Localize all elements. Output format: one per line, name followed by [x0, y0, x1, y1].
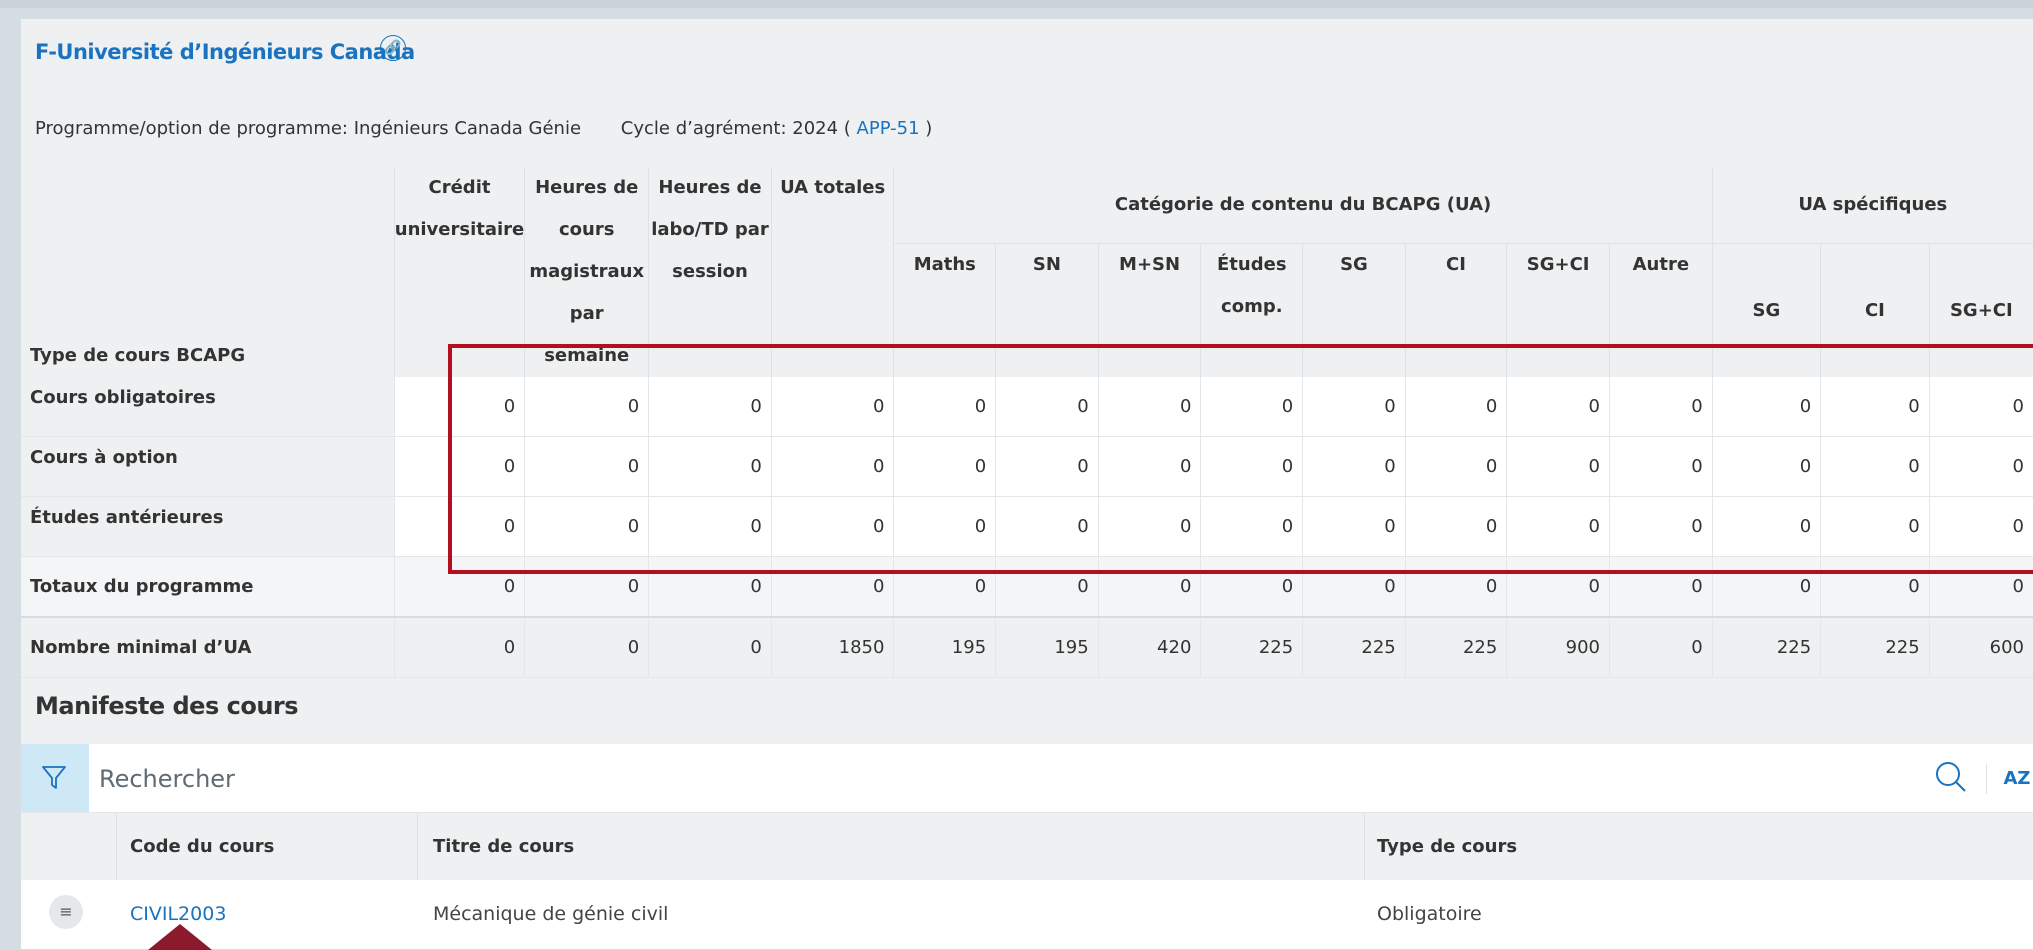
category-group-header: Catégorie de contenu du BCAPG (UA) — [893, 167, 1713, 244]
page-title[interactable]: F-Université d’Ingénieurs Canada — [35, 40, 415, 64]
value-cell: 900 — [1506, 616, 1610, 678]
row-label: Nombre minimal d’UA — [21, 616, 395, 678]
annotation-arrow — [148, 924, 212, 950]
program-info: Programme/option de programme: Ingénieur… — [35, 118, 932, 139]
cycle-close: ) — [925, 118, 933, 139]
row-label: Cours obligatoires — [21, 377, 395, 437]
course-title: Mécanique de génie civil — [433, 903, 669, 925]
table-row: ≡ CIVIL2003 Mécanique de génie civil Obl… — [21, 880, 2033, 949]
filter-button[interactable] — [21, 744, 89, 812]
value-cell: 225 — [1404, 616, 1507, 678]
value-cell: 225 — [1200, 616, 1303, 678]
value-cell: 600 — [1928, 616, 2033, 678]
value-cell: 0 — [524, 616, 649, 678]
manifest-title: Manifeste des cours — [35, 692, 299, 720]
top-strip — [0, 0, 2033, 8]
filter-icon — [42, 766, 66, 789]
value-cell: 0 — [1609, 616, 1713, 678]
value-cell: 195 — [995, 616, 1099, 678]
value-cell: 0 — [393, 616, 525, 678]
sort-az-icon[interactable]: AZ — [1986, 764, 2033, 794]
row-label: Cours à option — [21, 436, 395, 497]
cycle-link[interactable]: APP-51 — [857, 118, 920, 139]
search-icon[interactable] — [1934, 760, 1968, 794]
value-cell: 225 — [1820, 616, 1930, 678]
row-menu-icon[interactable]: ≡ — [49, 895, 83, 929]
program-label: Programme/option de programme: Ingénieur… — [35, 118, 582, 139]
link-icon[interactable]: 🔗 — [380, 35, 406, 61]
value-cell: 195 — [893, 616, 996, 678]
value-cell: 1850 — [770, 616, 894, 678]
col-type-header: Type de cours BCAPG — [21, 167, 395, 377]
col-code-header[interactable]: Code du cours — [130, 813, 274, 881]
course-table-header: Code du cours Titre de cours Type de cou… — [21, 812, 2033, 881]
value-cell: 420 — [1097, 616, 1201, 678]
col-title-header[interactable]: Titre de cours — [433, 813, 574, 881]
highlight-box — [448, 344, 2033, 574]
search-input[interactable] — [97, 758, 1901, 800]
value-cell: 225 — [1302, 616, 1406, 678]
value-cell: 225 — [1711, 616, 1821, 678]
value-cell: 0 — [648, 616, 772, 678]
search-bar: AZ — [21, 744, 2033, 812]
row-label: Études antérieures — [21, 496, 395, 557]
specific-group-header: UA spécifiques — [1711, 167, 2033, 244]
course-type: Obligatoire — [1377, 903, 1482, 925]
cycle-label: Cycle d’agrément: 2024 ( — [620, 118, 851, 139]
row-label: Totaux du programme — [21, 556, 395, 618]
table-row: Nombre minimal d’UA 0 0 0 1850 195 195 420 225 22… — [21, 616, 2033, 678]
col-type-header[interactable]: Type de cours — [1377, 813, 1517, 881]
